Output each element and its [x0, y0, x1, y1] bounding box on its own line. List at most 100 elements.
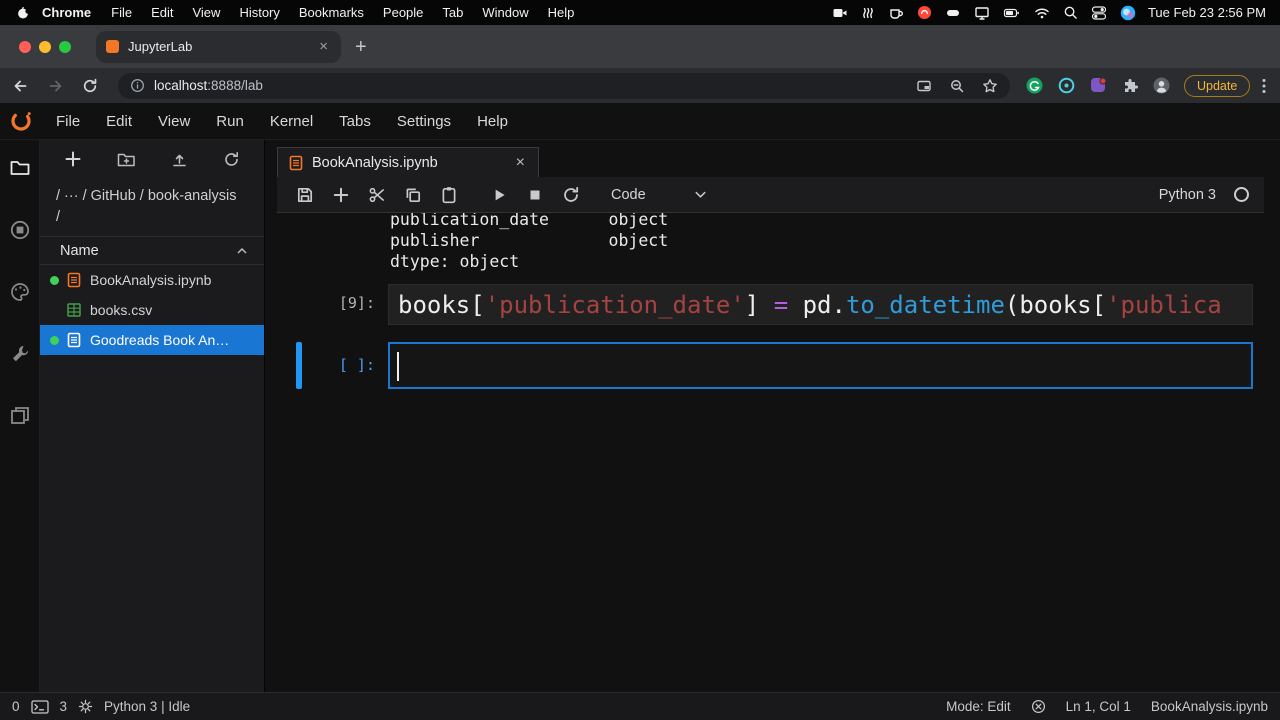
active-empty-cell: [ ]: [277, 342, 1264, 389]
jlab-menu-settings[interactable]: Settings [384, 113, 464, 130]
cell-output: publication_date object publisher object… [390, 213, 1264, 272]
browser-menu-icon[interactable] [1262, 78, 1266, 94]
chevron-down-icon [694, 190, 707, 199]
file-row-goodreads[interactable]: Goodreads Book An… [40, 325, 264, 355]
siri-icon[interactable] [1120, 5, 1136, 21]
screen-record-icon[interactable] [832, 5, 848, 21]
menubar-clock[interactable]: Tue Feb 23 2:56 PM [1148, 5, 1266, 20]
upload-icon[interactable] [171, 151, 188, 168]
zoom-window-button[interactable] [59, 41, 71, 53]
red-app-icon[interactable] [917, 5, 932, 20]
new-launcher-icon[interactable] [64, 150, 82, 168]
jlab-menu-edit[interactable]: Edit [93, 113, 145, 130]
macos-menu-tab[interactable]: Tab [442, 5, 463, 20]
macos-menu-file[interactable]: File [111, 5, 132, 20]
name-column-header[interactable]: Name [40, 236, 264, 265]
minimize-window-button[interactable] [39, 41, 51, 53]
command-palette-icon[interactable] [9, 281, 31, 303]
kernels-count[interactable]: 3 [60, 699, 68, 714]
zoom-icon[interactable] [949, 78, 965, 94]
paste-cells-button[interactable] [440, 186, 458, 204]
save-button[interactable] [296, 186, 314, 204]
copy-cells-button[interactable] [404, 186, 422, 204]
back-button[interactable] [12, 78, 29, 94]
jlab-menu-kernel[interactable]: Kernel [257, 113, 326, 130]
apple-logo-icon[interactable] [16, 5, 30, 20]
running-sessions-icon[interactable] [9, 219, 31, 241]
notebook-file-icon [288, 155, 304, 171]
coffee-cup-icon[interactable] [888, 5, 904, 21]
restart-kernel-button[interactable] [562, 186, 580, 204]
bookmark-star-icon[interactable] [982, 78, 998, 94]
cursor-position[interactable]: Ln 1, Col 1 [1066, 699, 1131, 714]
tab-close-icon[interactable]: × [316, 38, 331, 55]
cell-collapser[interactable] [296, 342, 302, 389]
circle-x-icon[interactable] [1031, 699, 1046, 714]
wifi-icon[interactable] [1034, 5, 1050, 21]
pip-icon[interactable] [916, 78, 932, 94]
macos-menubar: Chrome File Edit View History Bookmarks … [0, 0, 1280, 25]
property-inspector-icon[interactable] [9, 343, 31, 365]
macos-menu-history[interactable]: History [239, 5, 279, 20]
battery-icon[interactable] [1003, 5, 1021, 21]
interrupt-kernel-button[interactable] [526, 186, 544, 204]
new-tab-button[interactable]: + [355, 37, 367, 57]
jlab-menu-tabs[interactable]: Tabs [326, 113, 384, 130]
profile-avatar[interactable] [1153, 77, 1170, 94]
jlab-menu-file[interactable]: File [43, 113, 93, 130]
run-cell-button[interactable] [490, 186, 508, 204]
file-row-bookanalysis[interactable]: BookAnalysis.ipynb [40, 265, 264, 295]
notebook-file-icon [66, 332, 82, 348]
chrome-update-button[interactable]: Update [1184, 75, 1250, 97]
app-bars-icon[interactable] [861, 5, 875, 21]
control-center-icon[interactable] [1091, 5, 1107, 21]
jlab-menu-view[interactable]: View [145, 113, 203, 130]
spotlight-icon[interactable] [1063, 5, 1078, 20]
tab-close-icon[interactable]: × [513, 154, 528, 172]
reload-button[interactable] [82, 78, 98, 94]
jupyterlab-app: File Edit View Run Kernel Tabs Settings … [0, 103, 1280, 720]
refresh-icon[interactable] [223, 151, 240, 168]
jlab-menu-run[interactable]: Run [203, 113, 257, 130]
macos-menu-people[interactable]: People [383, 5, 423, 20]
notebook-mode[interactable]: Mode: Edit [946, 699, 1011, 714]
macos-menu-window[interactable]: Window [482, 5, 528, 20]
file-browser-icon[interactable] [9, 157, 31, 179]
cell-gutter: [9]: [277, 284, 388, 325]
code-editor[interactable]: books['publication_date'] = pd.to_dateti… [388, 284, 1253, 325]
forward-button[interactable] [47, 78, 64, 94]
new-folder-icon[interactable] [117, 151, 136, 168]
main-dock-panel: BookAnalysis.ipynb × Cod [265, 140, 1280, 692]
browser-tab-jupyterlab[interactable]: JupyterLab × [96, 31, 341, 63]
macos-app-name[interactable]: Chrome [42, 5, 91, 20]
close-window-button[interactable] [19, 41, 31, 53]
extension-green-icon[interactable] [1026, 77, 1043, 94]
extensions-puzzle-icon[interactable] [1122, 78, 1138, 94]
extension-badged-icon[interactable] [1090, 77, 1107, 94]
kernel-status-text[interactable]: Python 3 | Idle [104, 699, 190, 714]
file-row-bookscsv[interactable]: books.csv [40, 295, 264, 325]
code-line: books['publication_date'] = pd.to_dateti… [398, 291, 1222, 319]
url-bar[interactable]: localhost:8888/lab [118, 73, 1010, 99]
display-icon[interactable] [974, 5, 990, 21]
pill-app-icon[interactable] [945, 5, 961, 21]
macos-menu-edit[interactable]: Edit [151, 5, 173, 20]
notebook-tab[interactable]: BookAnalysis.ipynb × [277, 147, 539, 177]
kernel-name[interactable]: Python 3 [1159, 187, 1216, 203]
site-info-icon[interactable] [130, 78, 145, 93]
jlab-menu-help[interactable]: Help [464, 113, 521, 130]
kernel-status-icon[interactable] [1234, 187, 1249, 202]
macos-menu-bookmarks[interactable]: Bookmarks [299, 5, 364, 20]
macos-menu-view[interactable]: View [192, 5, 220, 20]
extension-teal-icon[interactable] [1058, 77, 1075, 94]
cut-cells-button[interactable] [368, 186, 386, 204]
macos-menu-help[interactable]: Help [548, 5, 575, 20]
breadcrumb[interactable]: / ··· / GitHub / book-analysis / [40, 178, 252, 236]
file-list: BookAnalysis.ipynb books.csv Goodreads B… [40, 265, 264, 692]
active-code-editor[interactable] [388, 342, 1253, 389]
open-tabs-icon[interactable] [9, 405, 31, 427]
add-cell-button[interactable] [332, 186, 350, 204]
cell-type-dropdown[interactable]: Code [611, 187, 707, 203]
terminals-count[interactable]: 0 [12, 699, 20, 714]
notebook-content[interactable]: publication_date object publisher object… [277, 213, 1264, 692]
